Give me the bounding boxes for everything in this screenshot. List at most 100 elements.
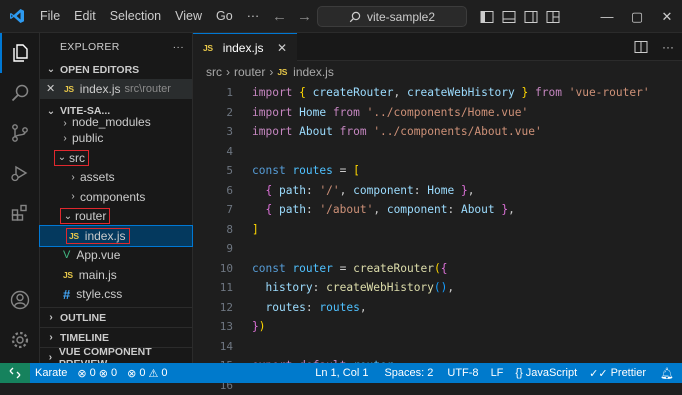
code-line: { path: '/about', component: About }, [252,200,650,220]
breadcrumb-router[interactable]: router [234,65,265,79]
line-number: 13 [193,317,233,337]
activity-bar [0,33,40,363]
line-number: 4 [193,142,233,162]
javascript-file-icon: JS [203,43,213,53]
problems-status[interactable]: ⊗ 0 ⊗ 0 [72,367,122,380]
indentation[interactable]: Spaces: 2 [376,367,441,379]
code-line: { path: '/', component: Home }, [252,181,650,201]
close-window-button[interactable]: ✕ [652,0,682,33]
tree-item-style-css[interactable]: # style.css [40,285,192,305]
karate-status[interactable]: Karate [30,367,72,379]
explorer-sidebar: EXPLORER ··· ⌄ OPEN EDITORS ✕ JS index.j… [40,33,193,363]
code-line: import About from '../components/About.v… [252,122,650,142]
open-editor-item[interactable]: ✕ JS index.js src\router [40,79,192,99]
src-highlight: ⌄ src [54,150,89,166]
tree-item-main-js[interactable]: JS main.js [40,265,192,285]
cursor-position[interactable]: Ln 1, Col 1 [307,367,376,379]
timeline-section[interactable]: › TIMELINE [40,327,192,347]
line-number: 1 [193,83,233,103]
tree-item-public[interactable]: › public [40,129,192,149]
forward-arrow-icon[interactable]: → [297,8,312,25]
maximize-button[interactable]: ▢ [622,0,652,33]
check-double-icon: ✓✓ [589,367,607,380]
toggle-secondary-sidebar-icon[interactable] [524,10,538,24]
tree-item-src[interactable]: ⌄ src [40,148,192,168]
explorer-more-icon[interactable]: ··· [173,41,184,53]
code-content: import { createRouter, createWebHistory … [252,83,650,395]
warning-icon: ⊗ [99,367,108,380]
manage-gear-icon[interactable] [0,320,40,360]
vue-file-icon: V [63,249,70,261]
menu-view[interactable]: View [168,0,209,33]
code-editor[interactable]: 12345678910111213141516 import { createR… [193,83,682,363]
remote-indicator-icon[interactable] [0,363,30,383]
accounts-icon[interactable] [0,280,40,320]
notifications-bell-icon[interactable]: 🔔︎ [652,367,682,380]
code-line [252,337,650,357]
tree-item-node-modules[interactable]: › node_modules [40,116,192,129]
chevron-down-icon: ⌄ [44,106,58,117]
split-editor-icon[interactable] [634,40,648,54]
code-line: ] [252,220,650,240]
tree-item-assets[interactable]: › assets [40,168,192,188]
tree-item-app-vue[interactable]: V App.vue [40,246,192,266]
code-line: import Home from '../components/Home.vue… [252,103,650,123]
chevron-right-icon: › [44,352,57,363]
command-center-search[interactable]: vite-sample2 [317,6,467,27]
line-number: 5 [193,161,233,181]
editor-actions: ··· [634,33,674,61]
tree-item-index-js[interactable]: JS index.js [40,226,192,246]
more-actions-icon[interactable]: ··· [662,40,674,54]
explorer-header: EXPLORER ··· [40,33,192,60]
menu-file[interactable]: File [33,0,67,33]
chevron-right-icon: › [66,172,80,183]
window-controls: — ▢ ✕ [592,0,682,33]
search-sidebar-icon[interactable] [0,73,40,113]
code-line: const router = createRouter({ [252,259,650,279]
chevron-right-icon: › [44,312,58,323]
breadcrumb-file[interactable]: index.js [293,65,334,79]
prettier-status[interactable]: ✓✓ Prettier [583,367,652,380]
toggle-primary-sidebar-icon[interactable] [480,10,494,24]
code-line [252,239,650,259]
close-tab-icon[interactable]: ✕ [277,41,287,55]
end-of-line[interactable]: LF [485,367,510,379]
menu-go[interactable]: Go [209,0,240,33]
language-mode[interactable]: {} JavaScript [509,367,583,379]
back-arrow-icon[interactable]: ← [272,8,287,25]
run-debug-icon[interactable] [0,153,40,193]
search-text: vite-sample2 [367,10,435,24]
extensions-icon[interactable] [0,193,40,233]
customize-layout-icon[interactable] [546,10,560,24]
editor-tabs: JS index.js ✕ ··· [193,33,682,61]
tree-item-components[interactable]: › components [40,187,192,207]
close-editor-icon[interactable]: ✕ [46,82,64,95]
braces-icon: {} [515,367,522,379]
chevron-right-icon: › [66,191,80,202]
line-number-gutter: 12345678910111213141516 [193,83,233,395]
line-number: 2 [193,103,233,123]
outline-section[interactable]: › OUTLINE [40,307,192,327]
toggle-panel-icon[interactable] [502,10,516,24]
explorer-icon[interactable] [0,33,40,73]
chevron-down-icon: ⌄ [61,211,75,222]
error-icon: ⊗ [77,367,86,380]
line-number: 12 [193,298,233,318]
chevron-right-icon: › [58,133,72,144]
info-status[interactable]: ⊗ 0 ⚠ 0 [122,367,172,380]
source-control-icon[interactable] [0,113,40,153]
breadcrumb-src[interactable]: src [206,65,222,79]
javascript-file-icon: JS [69,231,79,241]
explorer-title: EXPLORER [60,41,120,53]
menu-more[interactable]: ··· [240,0,267,33]
javascript-file-icon: JS [277,67,287,77]
menu-selection[interactable]: Selection [103,0,168,33]
line-number: 9 [193,239,233,259]
open-editors-section[interactable]: ⌄ OPEN EDITORS [40,60,192,79]
menu-edit[interactable]: Edit [67,0,103,33]
encoding[interactable]: UTF-8 [441,367,484,379]
tab-index-js[interactable]: JS index.js ✕ [193,33,297,61]
code-line [252,142,650,162]
minimize-button[interactable]: — [592,0,622,33]
tree-item-router[interactable]: ⌄ router [40,207,192,227]
